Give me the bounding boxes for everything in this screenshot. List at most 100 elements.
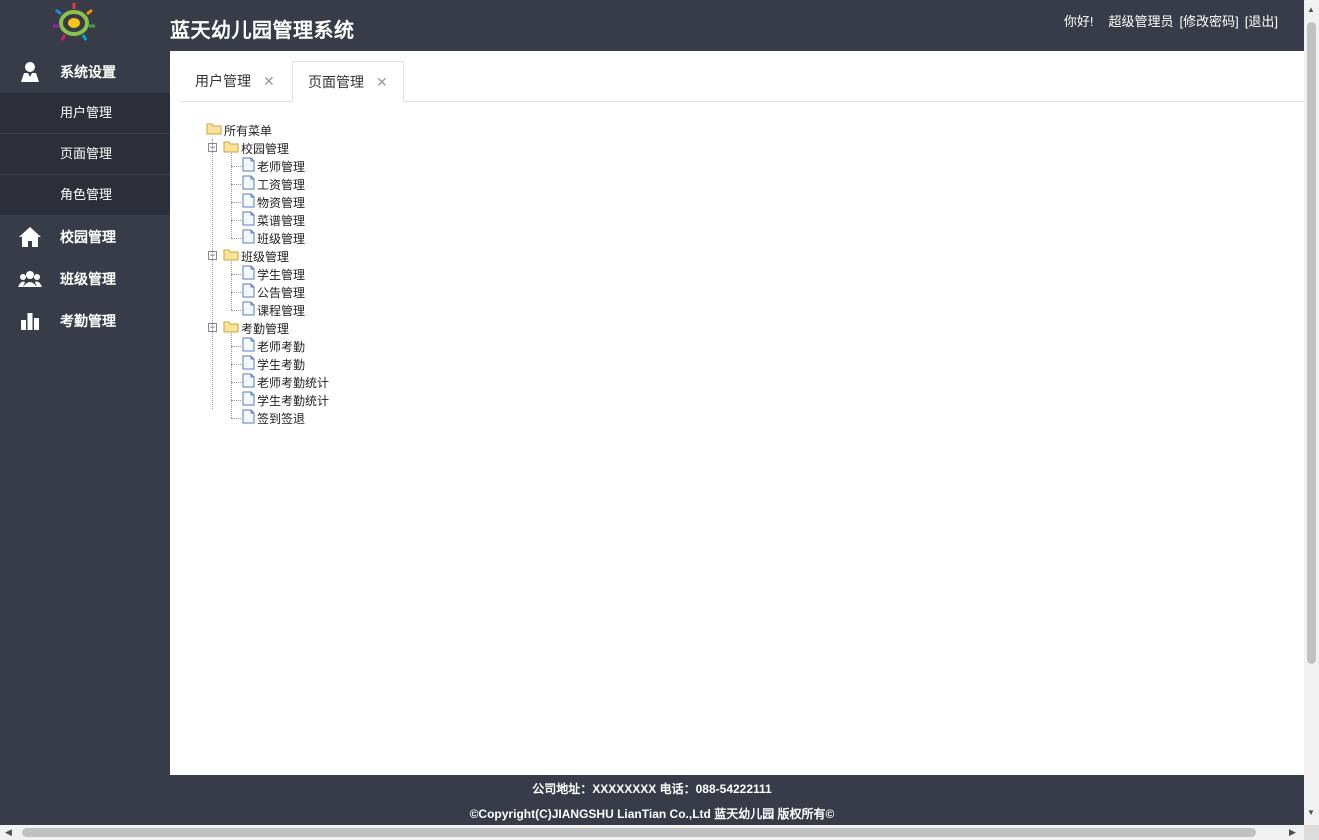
nav-group-system-settings[interactable]: 系统设置 <box>0 51 170 93</box>
nav-group-attendance-management[interactable]: 考勤管理 <box>0 300 170 342</box>
tree-node-label: 公告管理 <box>257 285 306 300</box>
tab-user-management[interactable]: 用户管理 ✕ <box>180 61 285 102</box>
scroll-thumb[interactable] <box>22 828 1256 837</box>
home-icon <box>0 226 60 248</box>
tree-connector <box>231 310 241 311</box>
header: 蓝天幼儿园管理系统 你好! 超级管理员 [修改密码] [退出] <box>0 0 1304 51</box>
page-icon <box>242 373 255 391</box>
sidebar-item-user-management[interactable]: 用户管理 <box>0 93 170 134</box>
tree-node-folder[interactable]: 班级管理 <box>223 247 289 265</box>
close-icon[interactable]: ✕ <box>263 73 275 89</box>
tab-page-management[interactable]: 页面管理 ✕ <box>292 61 404 102</box>
tree-node-root[interactable]: 所有菜单 <box>206 121 272 139</box>
tab-label: 页面管理 <box>308 74 364 90</box>
tree-connector <box>231 261 232 310</box>
page-icon <box>242 355 255 373</box>
tab-label: 用户管理 <box>195 73 251 89</box>
tree-connector <box>231 382 241 383</box>
scroll-down-icon[interactable]: ▼ <box>1307 808 1315 817</box>
nav-group-label: 系统设置 <box>60 64 116 80</box>
tree-connector <box>231 220 241 221</box>
tree-node-label: 所有菜单 <box>224 123 273 138</box>
tree-node-page[interactable]: 学生考勤 <box>242 355 305 373</box>
page-icon <box>242 175 255 193</box>
tree-node-folder[interactable]: 考勤管理 <box>223 319 289 337</box>
page-icon <box>242 265 255 283</box>
tree-connector <box>212 139 213 409</box>
tree-connector <box>231 364 241 365</box>
tree-node-page[interactable]: 老师管理 <box>242 157 305 175</box>
user-bar: 你好! 超级管理员 [修改密码] [退出] <box>1064 11 1278 30</box>
tree-node-label: 校园管理 <box>241 141 290 156</box>
page-icon <box>242 229 255 247</box>
tree-node-page[interactable]: 菜谱管理 <box>242 211 305 229</box>
tree-node-page[interactable]: 物资管理 <box>242 193 305 211</box>
horizontal-scrollbar[interactable]: ◀ ▶ <box>0 825 1304 840</box>
scroll-up-icon[interactable]: ▲ <box>1307 5 1315 14</box>
tree-node-page[interactable]: 老师考勤统计 <box>242 373 329 391</box>
tree-node-page[interactable]: 公告管理 <box>242 283 305 301</box>
tree-node-label: 老师考勤 <box>257 339 306 354</box>
sidebar-item-role-management[interactable]: 角色管理 <box>0 175 170 216</box>
page-icon <box>242 157 255 175</box>
nav-group-campus-management[interactable]: 校园管理 <box>0 216 170 258</box>
sidebar-item-page-management[interactable]: 页面管理 <box>0 134 170 175</box>
tree-node-page[interactable]: 签到签退 <box>242 409 305 427</box>
tree-node-label: 学生考勤统计 <box>257 393 330 408</box>
tree-connector <box>231 274 241 275</box>
tab-bar: 用户管理 ✕ 页面管理 ✕ <box>180 61 1304 102</box>
tree-node-page[interactable]: 学生管理 <box>242 265 305 283</box>
tree-connector <box>231 400 241 401</box>
page-icon <box>242 193 255 211</box>
scroll-left-icon[interactable]: ◀ <box>5 827 12 838</box>
greeting-text: 你好! <box>1063 14 1094 29</box>
tree-node-label: 老师考勤统计 <box>257 375 330 390</box>
nav-group-class-management[interactable]: 班级管理 <box>0 258 170 300</box>
tree-connector <box>231 238 241 239</box>
user-name: 超级管理员 <box>1108 14 1174 29</box>
tree-node-page[interactable]: 老师考勤 <box>242 337 305 355</box>
tree-node-page[interactable]: 工资管理 <box>242 175 305 193</box>
close-icon[interactable]: ✕ <box>376 74 388 90</box>
tree-connector <box>231 346 241 347</box>
tree-node-label: 物资管理 <box>257 195 306 210</box>
group-icon <box>0 270 60 288</box>
tree-node-page[interactable]: 课程管理 <box>242 301 305 319</box>
tree-node-label: 菜谱管理 <box>257 213 306 228</box>
page-icon <box>242 301 255 319</box>
tree-node-label: 课程管理 <box>257 303 306 318</box>
tree-connector <box>231 202 241 203</box>
tree-node-label: 工资管理 <box>257 177 306 192</box>
nav-group-label: 校园管理 <box>60 229 116 245</box>
tree-node-page[interactable]: 学生考勤统计 <box>242 391 329 409</box>
tree-node-label: 考勤管理 <box>241 321 290 336</box>
scroll-right-icon[interactable]: ▶ <box>1289 827 1296 838</box>
nav-group-label: 班级管理 <box>60 271 116 287</box>
tree-node-label: 班级管理 <box>257 231 306 246</box>
tree-node-label: 班级管理 <box>241 249 290 264</box>
page-icon <box>242 283 255 301</box>
tree-connector <box>231 292 241 293</box>
tree-connector <box>231 153 232 238</box>
tree-connector <box>231 166 241 167</box>
logo <box>50 2 98 44</box>
vertical-scrollbar[interactable]: ▲ ▼ <box>1304 0 1319 825</box>
page-icon <box>242 391 255 409</box>
tree-node-label: 老师管理 <box>257 159 306 174</box>
tree-node-label: 签到签退 <box>257 411 306 426</box>
scroll-thumb[interactable] <box>1307 22 1316 664</box>
bar-chart-icon <box>0 312 60 330</box>
logout-link[interactable]: [退出] <box>1245 11 1278 30</box>
page-icon <box>242 409 255 427</box>
tree-node-label: 学生管理 <box>257 267 306 282</box>
tree-connector <box>231 418 241 419</box>
change-password-link[interactable]: [修改密码] <box>1180 11 1239 30</box>
main-content: 用户管理 ✕ 页面管理 ✕ 所有菜单 − 校园管理 老师管理 工资管理 物资管理 菜谱管理 班级管… <box>170 51 1304 775</box>
tree-node-page[interactable]: 班级管理 <box>242 229 305 247</box>
footer: 公司地址：XXXXXXXX 电话：088-54222111 ©Copyright… <box>0 775 1304 825</box>
tree-node-folder[interactable]: 校园管理 <box>223 139 289 157</box>
tree-connector <box>231 184 241 185</box>
tree-connector <box>231 333 232 418</box>
app-title: 蓝天幼儿园管理系统 <box>170 20 355 42</box>
company-address: 公司地址：XXXXXXXX 电话：088-54222111 <box>532 782 772 796</box>
